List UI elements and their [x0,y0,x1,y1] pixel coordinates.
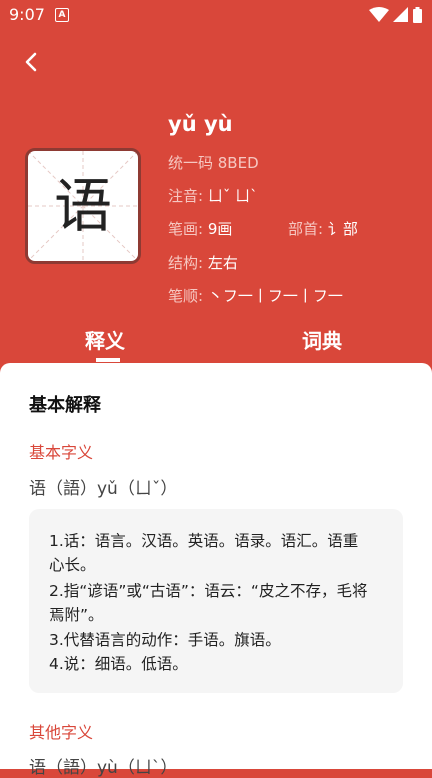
notification-icon: A [55,8,69,22]
pinyin: yǔ yù [168,112,233,136]
tab-dictionary[interactable]: 词典 [302,325,342,354]
back-button[interactable] [18,48,46,76]
structure-line: 结构: 左右 [168,252,238,273]
chevron-left-icon [25,52,37,72]
strokes-value: 9画 [207,220,233,238]
basic-reading: 语（語）yǔ（ㄩˇ） [29,479,178,499]
zhuyin-line: 注音: ㄩˇ ㄩˋ [168,185,258,206]
zhuyin-value: ㄩˇ ㄩˋ [207,187,258,205]
content-panel: 基本解释 基本字义 语（語）yǔ（ㄩˇ） 1.话：语言。汉语。英语。语录。语汇。… [0,363,432,778]
character-box: 语 [25,148,141,264]
strokes-line: 笔画: 9画 [168,218,232,239]
signal-icon [393,7,408,22]
definition-line: 1.话：语言。汉语。英语。语录。语汇。语重 [49,532,359,550]
tab-indicator [96,358,120,362]
tab-bar: 释义 词典 [0,325,432,361]
unicode-line: 统一码 8BED [168,154,259,172]
radical-label: 部首: [288,220,324,238]
tab-definitions[interactable]: 释义 [85,325,125,354]
zhuyin-label: 注音: [168,187,204,205]
wifi-icon [369,7,389,22]
definition-card: 1.话：语言。汉语。英语。语录。语汇。语重 心长。 2.指“谚语”或“古语”：语… [29,509,403,693]
character-glyph: 语 [53,172,112,240]
battery-icon [413,7,422,23]
definition-line: 2.指“谚语”或“古语”：语云：“皮之不存，毛将 [49,582,368,600]
basic-meaning-title: 基本字义 [29,443,94,462]
section-title: 基本解释 [29,395,101,416]
radical-value: 讠部 [327,220,358,238]
status-time: 9:07 [9,5,45,24]
stroke-order-line: 笔顺: 丶フ一丨フ一丨フ一 [168,285,343,306]
definition-line: 心长。 [49,556,96,574]
definition-line: 3.代替语言的动作：手语。旗语。 [49,631,281,649]
structure-label: 结构: [168,254,204,272]
definition-line: 4.说：细语。低语。 [49,655,188,673]
stroke-order-label: 笔顺: [168,287,204,305]
stroke-order-value: 丶フ一丨フ一丨フ一 [207,287,343,305]
structure-value: 左右 [207,254,238,272]
strokes-label: 笔画: [168,220,204,238]
definition-line: 焉附”。 [49,606,104,624]
other-meaning-title: 其他字义 [29,723,94,742]
other-reading: 语（語）yù（ㄩˋ） [29,758,178,778]
status-bar: 9:07 A [0,0,432,30]
radical-line: 部首: 讠部 [288,218,358,239]
status-icons [369,7,422,23]
